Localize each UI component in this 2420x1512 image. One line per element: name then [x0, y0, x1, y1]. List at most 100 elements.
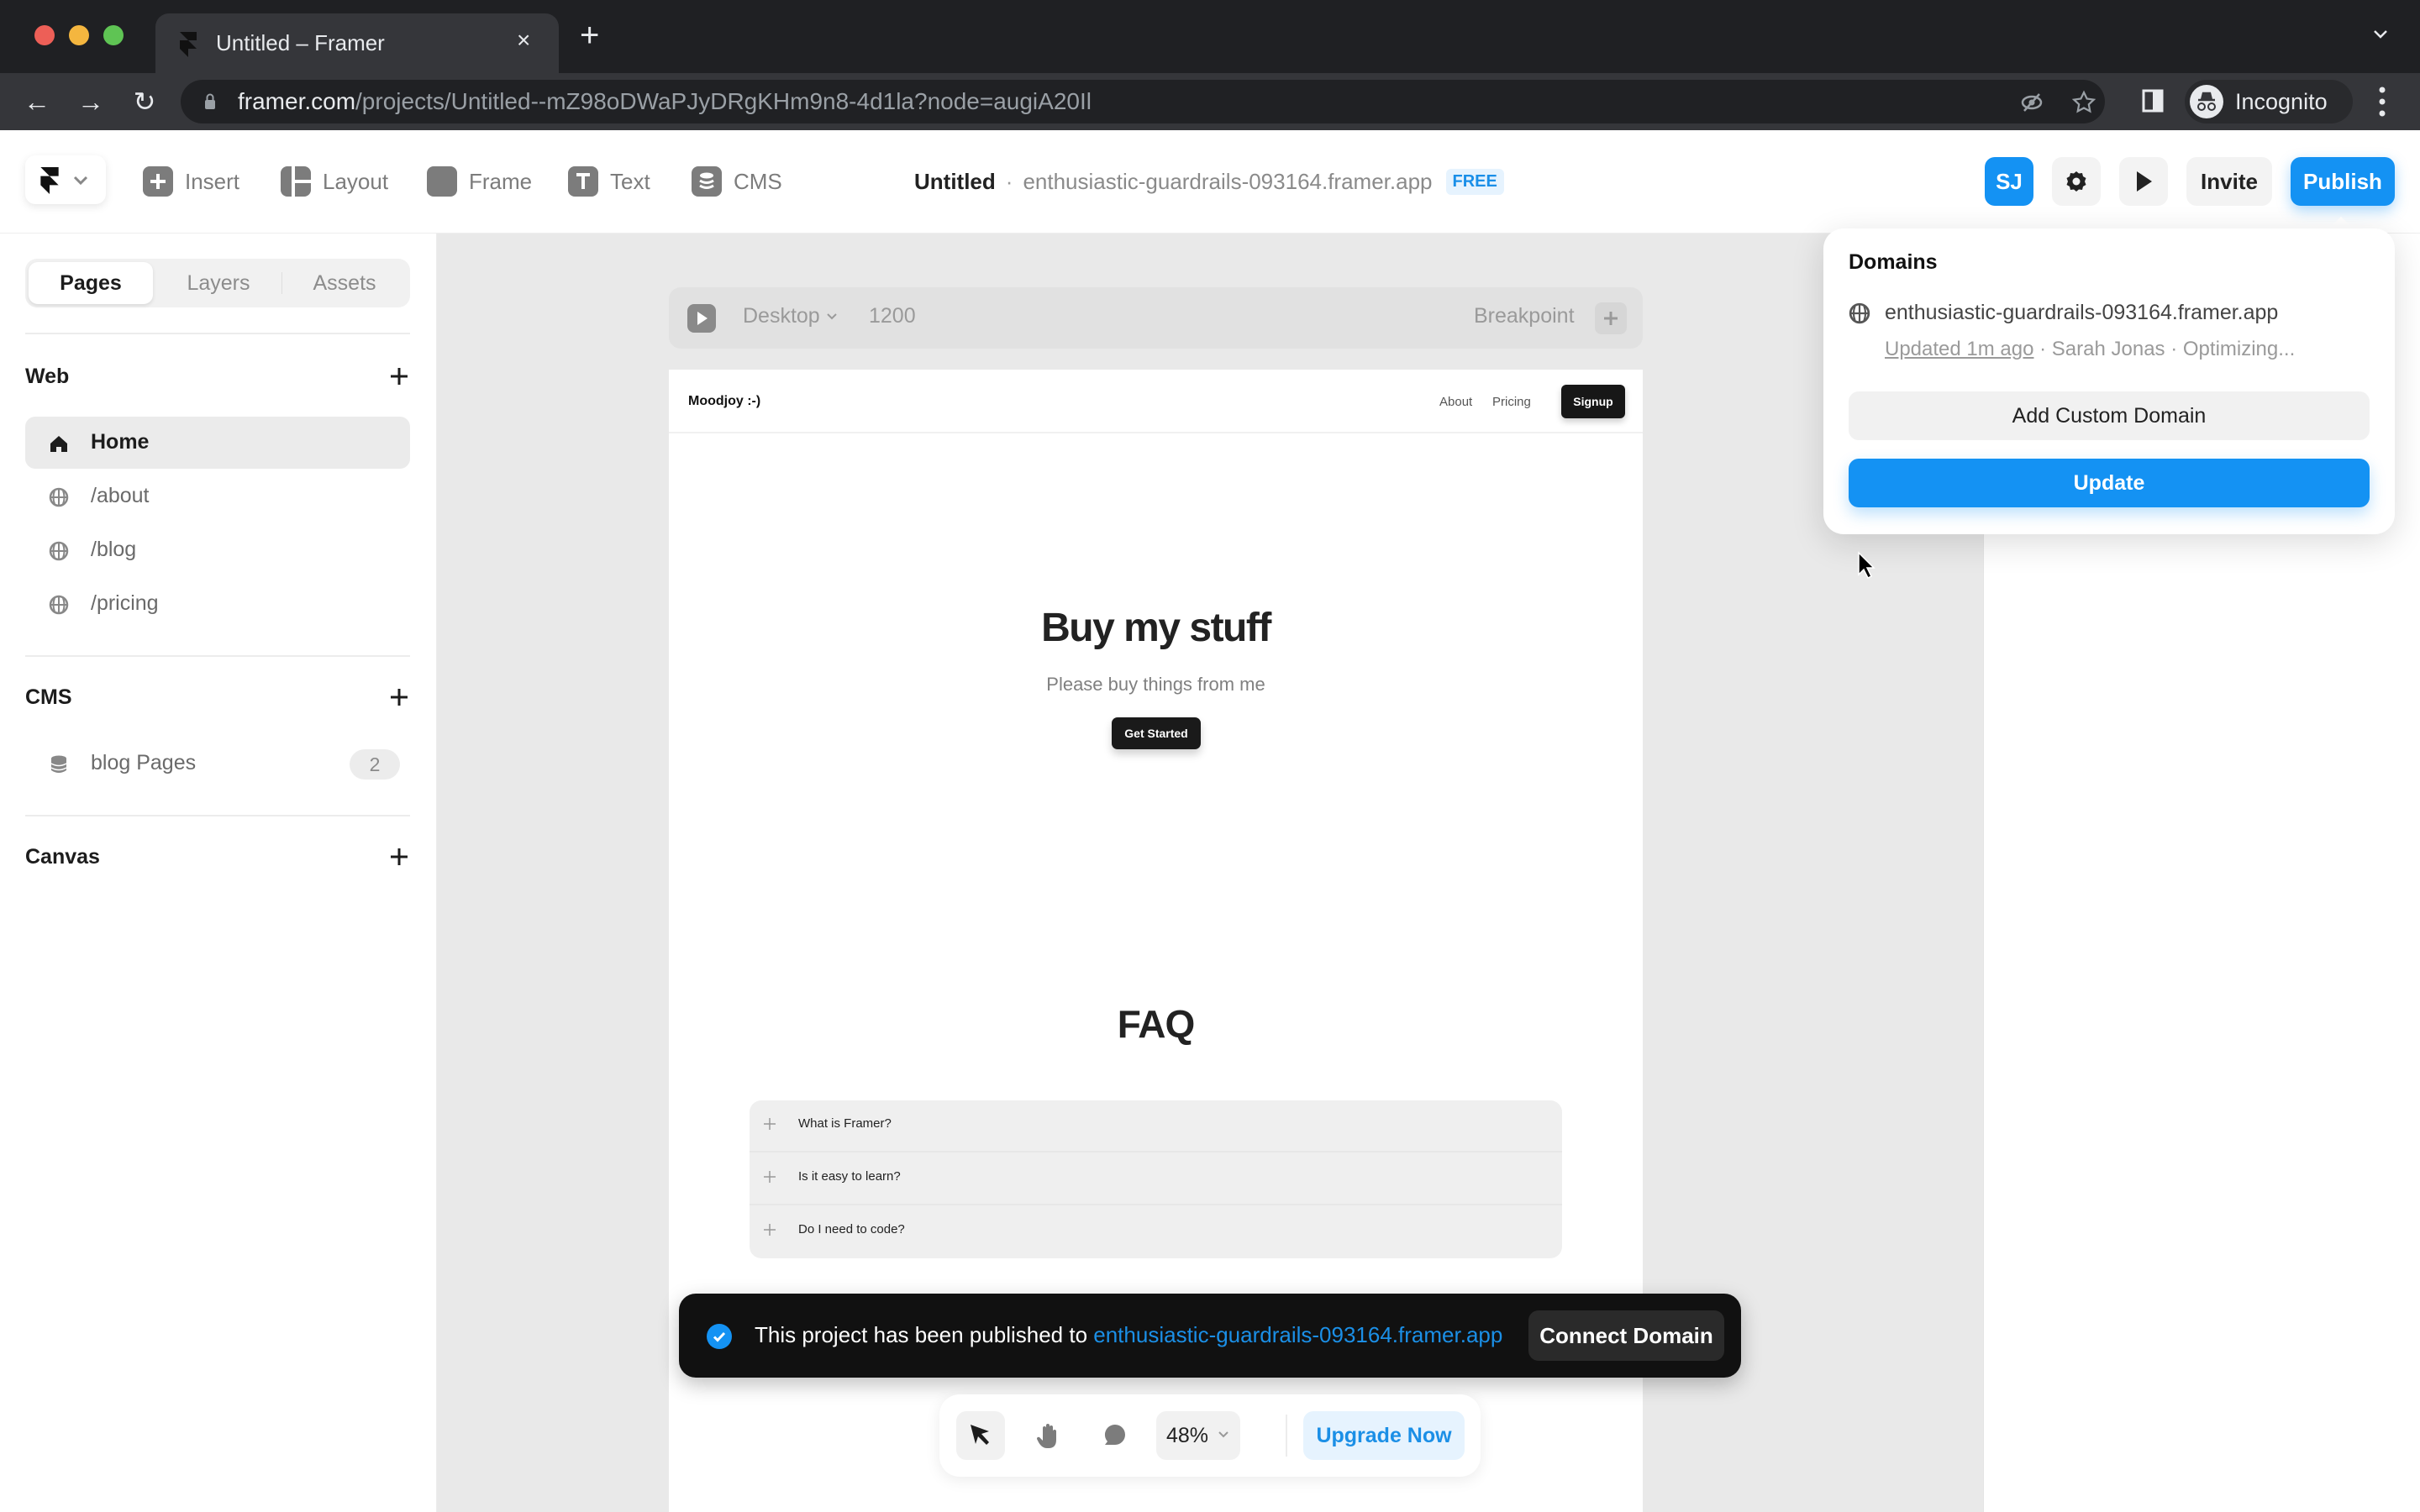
published-domain-link[interactable]: enthusiastic-guardrails-093164.framer.ap… [1885, 301, 2278, 325]
tab-layers[interactable]: Layers [156, 262, 281, 304]
incognito-profile-button[interactable]: Incognito [2185, 80, 2353, 123]
faq-item[interactable]: What is Framer? [750, 1100, 1562, 1152]
project-title: Untitled · enthusiastic-guardrails-09316… [914, 169, 1504, 195]
mouse-cursor-icon [1858, 551, 1876, 580]
frame-label: Frame [469, 168, 533, 194]
side-panel-icon[interactable] [2141, 88, 2165, 113]
add-page-plus-icon[interactable] [388, 365, 410, 387]
add-breakpoint-button[interactable] [1595, 302, 1627, 334]
framer-favicon-icon [180, 32, 197, 57]
breakpoint-label[interactable]: Breakpoint [1474, 304, 1575, 328]
framer-menu-button[interactable] [25, 155, 106, 204]
eye-off-icon[interactable] [2019, 90, 2044, 115]
forward-button[interactable]: → [76, 87, 106, 117]
frame-width[interactable]: 1200 [869, 304, 916, 328]
layout-button[interactable]: Layout [281, 166, 388, 197]
hand-icon [1036, 1424, 1056, 1448]
bookmark-star-icon[interactable] [2071, 90, 2096, 115]
frame-preview-button[interactable] [687, 304, 716, 333]
sidebar-item-about[interactable]: /about [25, 470, 410, 522]
window-maximize-button[interactable] [103, 25, 124, 45]
add-custom-domain-button[interactable]: Add Custom Domain [1849, 391, 2370, 440]
back-button[interactable]: ← [22, 87, 52, 117]
settings-button[interactable] [2052, 157, 2101, 206]
text-icon [568, 166, 598, 197]
text-button[interactable]: Text [568, 166, 650, 197]
faq-question: Do I need to code? [798, 1222, 905, 1236]
browser-tab[interactable]: Untitled – Framer × [155, 13, 559, 73]
project-domain[interactable]: enthusiastic-guardrails-093164.framer.ap… [1023, 169, 1432, 195]
plus-square-icon [143, 166, 173, 197]
faq-list: What is Framer? Is it easy to learn? Do … [750, 1100, 1562, 1258]
plus-icon [1604, 312, 1618, 325]
tab-close-button[interactable]: × [517, 27, 530, 54]
lock-icon [205, 93, 215, 109]
cms-button[interactable]: CMS [692, 166, 782, 197]
updated-link[interactable]: Updated 1m ago [1885, 338, 2033, 360]
site-nav-pricing[interactable]: Pricing [1492, 395, 1531, 409]
upgrade-now-button[interactable]: Upgrade Now [1303, 1411, 1465, 1460]
publish-button[interactable]: Publish [2291, 157, 2395, 206]
database-icon [692, 166, 722, 197]
layout-icon [281, 166, 311, 197]
site-nav-about[interactable]: About [1439, 395, 1472, 409]
chevron-down-icon [1218, 1431, 1228, 1438]
site-signup-button[interactable]: Signup [1561, 385, 1625, 418]
sidebar-item-label: /about [91, 484, 150, 507]
new-tab-button[interactable]: + [580, 18, 599, 52]
faq-item[interactable]: Do I need to code? [750, 1206, 1562, 1258]
globe-icon [1849, 302, 1870, 324]
frame-button[interactable]: Frame [427, 166, 532, 197]
preview-button[interactable] [2119, 157, 2168, 206]
sidebar-item-home[interactable]: Home [25, 417, 410, 469]
plan-badge[interactable]: FREE [1445, 169, 1504, 195]
hero-subtitle: Please buy things from me [1046, 674, 1265, 695]
sidebar-item-pricing[interactable]: /pricing [25, 578, 410, 630]
divider [25, 815, 410, 816]
url-host: framer.com [238, 88, 356, 114]
device-select[interactable]: Desktop [743, 304, 839, 328]
tab-pages[interactable]: Pages [29, 262, 153, 304]
insert-button[interactable]: Insert [143, 166, 239, 197]
device-label: Desktop [743, 304, 820, 328]
sidebar-item-blog[interactable]: /blog [25, 524, 410, 576]
toast-domain-link[interactable]: enthusiastic-guardrails-093164.framer.ap… [1093, 1322, 1502, 1347]
url-input[interactable]: framer.com/projects/Untitled--mZ98oDWaPJ… [181, 80, 2105, 123]
select-tool-button[interactable] [956, 1411, 1005, 1460]
reload-button[interactable]: ↻ [129, 87, 160, 117]
zoom-level-select[interactable]: 48% [1156, 1411, 1240, 1460]
browser-menu-icon[interactable] [2378, 85, 2386, 118]
connect-domain-button[interactable]: Connect Domain [1528, 1310, 1724, 1361]
incognito-icon [2190, 85, 2223, 118]
domains-popover: Domains enthusiastic-guardrails-093164.f… [1823, 228, 2395, 534]
faq-item[interactable]: Is it easy to learn? [750, 1153, 1562, 1205]
user-avatar[interactable]: SJ [1985, 157, 2033, 206]
hero-title: Buy my stuff [1041, 606, 1271, 650]
zoom-value: 48% [1166, 1424, 1209, 1447]
invite-button[interactable]: Invite [2186, 157, 2272, 206]
sidebar-item-label: Home [91, 430, 150, 454]
window-minimize-button[interactable] [69, 25, 89, 45]
faq-title: FAQ [1117, 1002, 1196, 1046]
comment-tool-button[interactable] [1091, 1411, 1139, 1460]
tab-title: Untitled – Framer [216, 30, 385, 55]
canvas-bottom-toolbar: 48% Upgrade Now [939, 1394, 1481, 1477]
text-label: Text [610, 168, 650, 194]
tab-search-chevron-icon[interactable] [2371, 25, 2390, 44]
layout-label: Layout [323, 168, 389, 194]
gear-icon [2066, 171, 2086, 192]
update-button[interactable]: Update [1849, 459, 2370, 507]
pointer-icon [971, 1425, 989, 1445]
get-started-button[interactable]: Get Started [1112, 717, 1201, 749]
chevron-down-icon [827, 312, 837, 319]
window-close-button[interactable] [34, 25, 55, 45]
divider [25, 333, 410, 334]
add-cms-plus-icon[interactable] [388, 686, 410, 708]
tab-assets[interactable]: Assets [282, 262, 407, 304]
project-name[interactable]: Untitled [914, 169, 996, 195]
framer-toolbar: Insert Layout Frame Text CMS Untitled · … [0, 130, 2420, 234]
hand-tool-button[interactable] [1023, 1411, 1072, 1460]
sidebar-item-blog-pages[interactable]: blog Pages 2 [25, 738, 410, 790]
add-canvas-plus-icon[interactable] [388, 846, 410, 868]
comment-icon [1104, 1424, 1125, 1445]
